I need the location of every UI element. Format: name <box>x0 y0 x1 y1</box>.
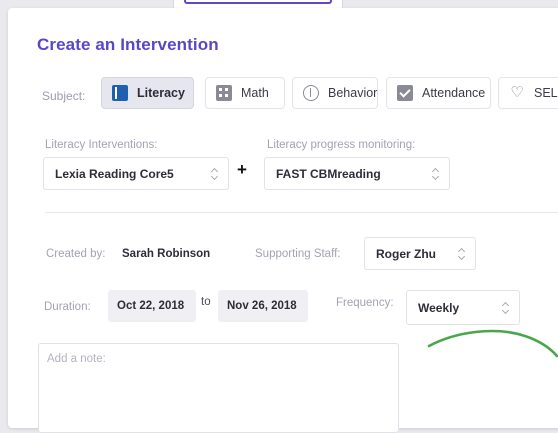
frequency-value: Weekly <box>418 300 460 315</box>
subject-sel-button[interactable]: ♡ SEL <box>498 77 558 109</box>
created-by-value: Sarah Robinson <box>122 248 211 260</box>
heart-icon: ♡ <box>510 84 524 101</box>
subject-behavior-button[interactable]: Behavior <box>292 77 378 109</box>
subject-attendance-label: Attendance <box>422 86 486 100</box>
created-by-label: Created by: <box>46 248 106 260</box>
brain-icon <box>303 85 319 101</box>
select-arrows-icon <box>431 168 439 180</box>
annotation-scribble <box>427 329 558 358</box>
start-date-field[interactable]: Oct 22, 2018 <box>108 290 196 322</box>
select-arrows-icon <box>210 168 218 180</box>
frequency-label: Frequency: <box>336 297 394 309</box>
end-date-value: Nov 26, 2018 <box>227 300 297 312</box>
subject-label: Subject: <box>42 89 86 103</box>
progress-monitoring-value: FAST CBMreading <box>276 166 381 181</box>
subject-literacy-button[interactable]: Literacy <box>101 77 194 109</box>
subject-sel-label: SEL <box>534 86 558 100</box>
book-icon <box>112 85 128 101</box>
intervention-value: Lexia Reading Core5 <box>55 166 174 181</box>
supporting-staff-label: Supporting Staff: <box>255 248 341 260</box>
subject-math-button[interactable]: Math <box>205 77 285 109</box>
divider <box>45 212 558 213</box>
top-tab-highlight <box>184 0 332 4</box>
progress-monitoring-select[interactable]: FAST CBMreading <box>264 157 450 190</box>
calculator-icon <box>216 85 232 101</box>
select-arrows-icon <box>501 302 509 314</box>
checkbox-icon <box>397 85 413 101</box>
intervention-select[interactable]: Lexia Reading Core5 <box>43 157 229 190</box>
subject-math-label: Math <box>241 86 269 100</box>
subject-literacy-label: Literacy <box>137 86 185 100</box>
subject-attendance-button[interactable]: Attendance <box>386 77 491 109</box>
subject-behavior-label: Behavior <box>328 86 378 100</box>
end-date-field[interactable]: Nov 26, 2018 <box>218 290 308 322</box>
supporting-staff-value: Roger Zhu <box>376 246 436 261</box>
interventions-label: Literacy Interventions: <box>45 139 158 151</box>
supporting-staff-select[interactable]: Roger Zhu <box>364 237 476 270</box>
page-title: Create an Intervention <box>37 35 219 54</box>
select-arrows-icon <box>457 248 465 260</box>
duration-label: Duration: <box>44 301 91 313</box>
plus-icon: + <box>237 160 247 179</box>
to-label: to <box>201 296 211 308</box>
start-date-value: Oct 22, 2018 <box>117 300 185 312</box>
progress-monitoring-label: Literacy progress monitoring: <box>267 139 416 151</box>
